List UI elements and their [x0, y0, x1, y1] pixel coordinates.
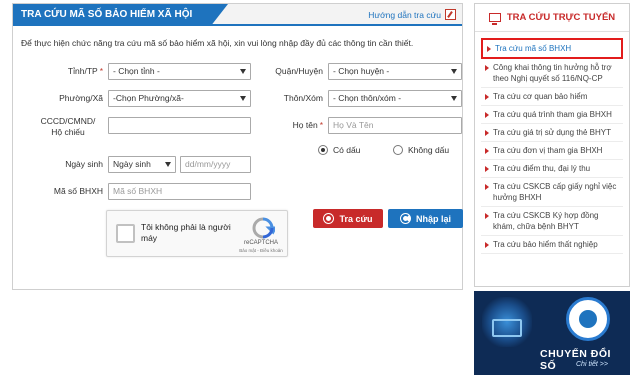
- id-label-line2: Hộ chiếu: [51, 127, 85, 137]
- banner-title: CHUYỂN ĐỔI SỐ: [540, 348, 611, 372]
- intro-text: Để thực hiện chức năng tra cứu mã số bảo…: [21, 38, 414, 48]
- recaptcha-brand: reCAPTCHA: [243, 240, 278, 246]
- recaptcha-checkbox[interactable]: [116, 224, 135, 243]
- chevron-down-icon: [451, 96, 457, 101]
- recaptcha-widget: Tôi không phải là người máy reCAPTCHA Bả…: [106, 210, 288, 257]
- sidebar-item-bhxh-number[interactable]: Tra cứu mã số BHXH: [481, 38, 623, 59]
- refresh-icon: [399, 213, 411, 224]
- chevron-down-icon: [165, 162, 171, 167]
- page-title: TRA CỨU MÃ SỐ BẢO HIỂM XÃ HỘI: [13, 4, 228, 26]
- dob-input[interactable]: dd/mm/yyyy: [180, 156, 251, 173]
- sidebar-item-sick-leave-facilities[interactable]: Tra cứu CSKCB cấp giấy nghỉ việc hưởng B…: [481, 178, 623, 207]
- search-button-label: Tra cứu: [339, 213, 373, 224]
- chevron-down-icon: [451, 69, 457, 74]
- full-name-label: Họ tên *: [292, 120, 323, 130]
- accent-yes-label: Có dấu: [333, 145, 361, 155]
- sidebar-item-bhyt-validity[interactable]: Tra cứu giá trị sử dụng thẻ BHYT: [481, 124, 623, 142]
- accent-no-radio[interactable]: Không dấu: [393, 145, 449, 155]
- ward-select-value: -Chọn Phường/xã-: [113, 93, 184, 103]
- hamlet-select-value: - Chọn thôn/xóm -: [333, 93, 402, 103]
- lookup-panel: TRA CỨU MÃ SỐ BẢO HIỂM XÃ HỘI Hướng dẫn …: [12, 3, 463, 290]
- recaptcha-label: Tôi không phải là người máy: [141, 222, 231, 243]
- recaptcha-terms[interactable]: Bảo mật - Điều khoản: [239, 248, 283, 253]
- edit-icon[interactable]: [445, 9, 456, 20]
- district-label: Quận/Huyện: [275, 66, 323, 76]
- ward-select[interactable]: -Chọn Phường/xã-: [108, 90, 251, 107]
- banner-details-link[interactable]: Chi tiết >>: [576, 361, 608, 368]
- hamlet-label: Thôn/Xóm: [283, 93, 323, 103]
- recaptcha-logo-icon: [252, 217, 275, 239]
- search-button[interactable]: Tra cứu: [313, 209, 383, 228]
- monitor-icon: [488, 13, 501, 25]
- guide-link[interactable]: Hướng dẫn tra cứu: [368, 9, 456, 20]
- dob-label: Ngày sinh: [65, 159, 103, 169]
- sidebar-item-bhxh-history[interactable]: Tra cứu quá trình tham gia BHXH: [481, 106, 623, 124]
- id-number-input[interactable]: [108, 117, 251, 134]
- dob-type-value: Ngày sinh: [113, 159, 151, 169]
- province-select-value: - Chọn tỉnh -: [113, 66, 160, 76]
- district-select[interactable]: - Chọn huyện -: [328, 63, 462, 80]
- reset-button[interactable]: Nhập lại: [388, 209, 463, 228]
- bhxh-number-input[interactable]: Mã số BHXH: [108, 183, 251, 200]
- sidebar-item-insurance-office[interactable]: Tra cứu cơ quan bảo hiểm: [481, 88, 623, 106]
- sidebar-item-contracted-facilities[interactable]: Tra cứu CSKCB Ký hợp đồng khám, chữa bện…: [481, 207, 623, 236]
- province-select[interactable]: - Chọn tỉnh -: [108, 63, 251, 80]
- ward-label: Phường/Xã: [59, 93, 103, 103]
- sidebar-title: TRA CỨU TRỰC TUYẾN: [506, 12, 616, 23]
- vss-logo-icon: [566, 297, 610, 341]
- bhxh-number-label: Mã số BHXH: [53, 186, 103, 196]
- dob-type-select[interactable]: Ngày sinh: [108, 156, 176, 173]
- guide-label[interactable]: Hướng dẫn tra cứu: [368, 10, 441, 20]
- search-icon: [323, 213, 335, 224]
- online-lookup-sidebar: TRA CỨU TRỰC TUYẾN Tra cứu mã số BHXH Cô…: [474, 3, 630, 287]
- sidebar-item-unemployment[interactable]: Tra cứu bảo hiểm thất nghiệp: [481, 236, 623, 254]
- accent-yes-radio[interactable]: Có dấu: [318, 145, 360, 155]
- id-number-label: CCCD/CMND/ Hộ chiếu: [33, 116, 103, 138]
- accent-no-label: Không dấu: [408, 145, 450, 155]
- laptop-icon: [492, 319, 522, 337]
- sidebar-item-employer[interactable]: Tra cứu đơn vị tham gia BHXH: [481, 142, 623, 160]
- full-name-input[interactable]: Họ Và Tên: [328, 117, 462, 134]
- reset-button-label: Nhập lại: [415, 213, 451, 224]
- panel-header: TRA CỨU MÃ SỐ BẢO HIỂM XÃ HỘI Hướng dẫn …: [13, 4, 462, 26]
- radio-selected-icon[interactable]: [318, 145, 328, 155]
- radio-unselected-icon[interactable]: [393, 145, 403, 155]
- province-label: Tỉnh/TP *: [67, 66, 103, 76]
- digital-transformation-banner[interactable]: CHUYỂN ĐỔI SỐ Chi tiết >>: [474, 291, 630, 375]
- hamlet-select[interactable]: - Chọn thôn/xóm -: [328, 90, 462, 107]
- sidebar-menu: Tra cứu mã số BHXH Công khai thông tin h…: [475, 32, 629, 254]
- sidebar-item-collection-points[interactable]: Tra cứu điểm thu, đại lý thu: [481, 160, 623, 178]
- district-select-value: - Chọn huyện -: [333, 66, 390, 76]
- sidebar-item-support-116[interactable]: Công khai thông tin hưởng hỗ trợ theo Ng…: [481, 59, 623, 88]
- id-label-line1: CCCD/CMND/: [40, 116, 96, 126]
- sidebar-header: TRA CỨU TRỰC TUYẾN: [475, 4, 629, 32]
